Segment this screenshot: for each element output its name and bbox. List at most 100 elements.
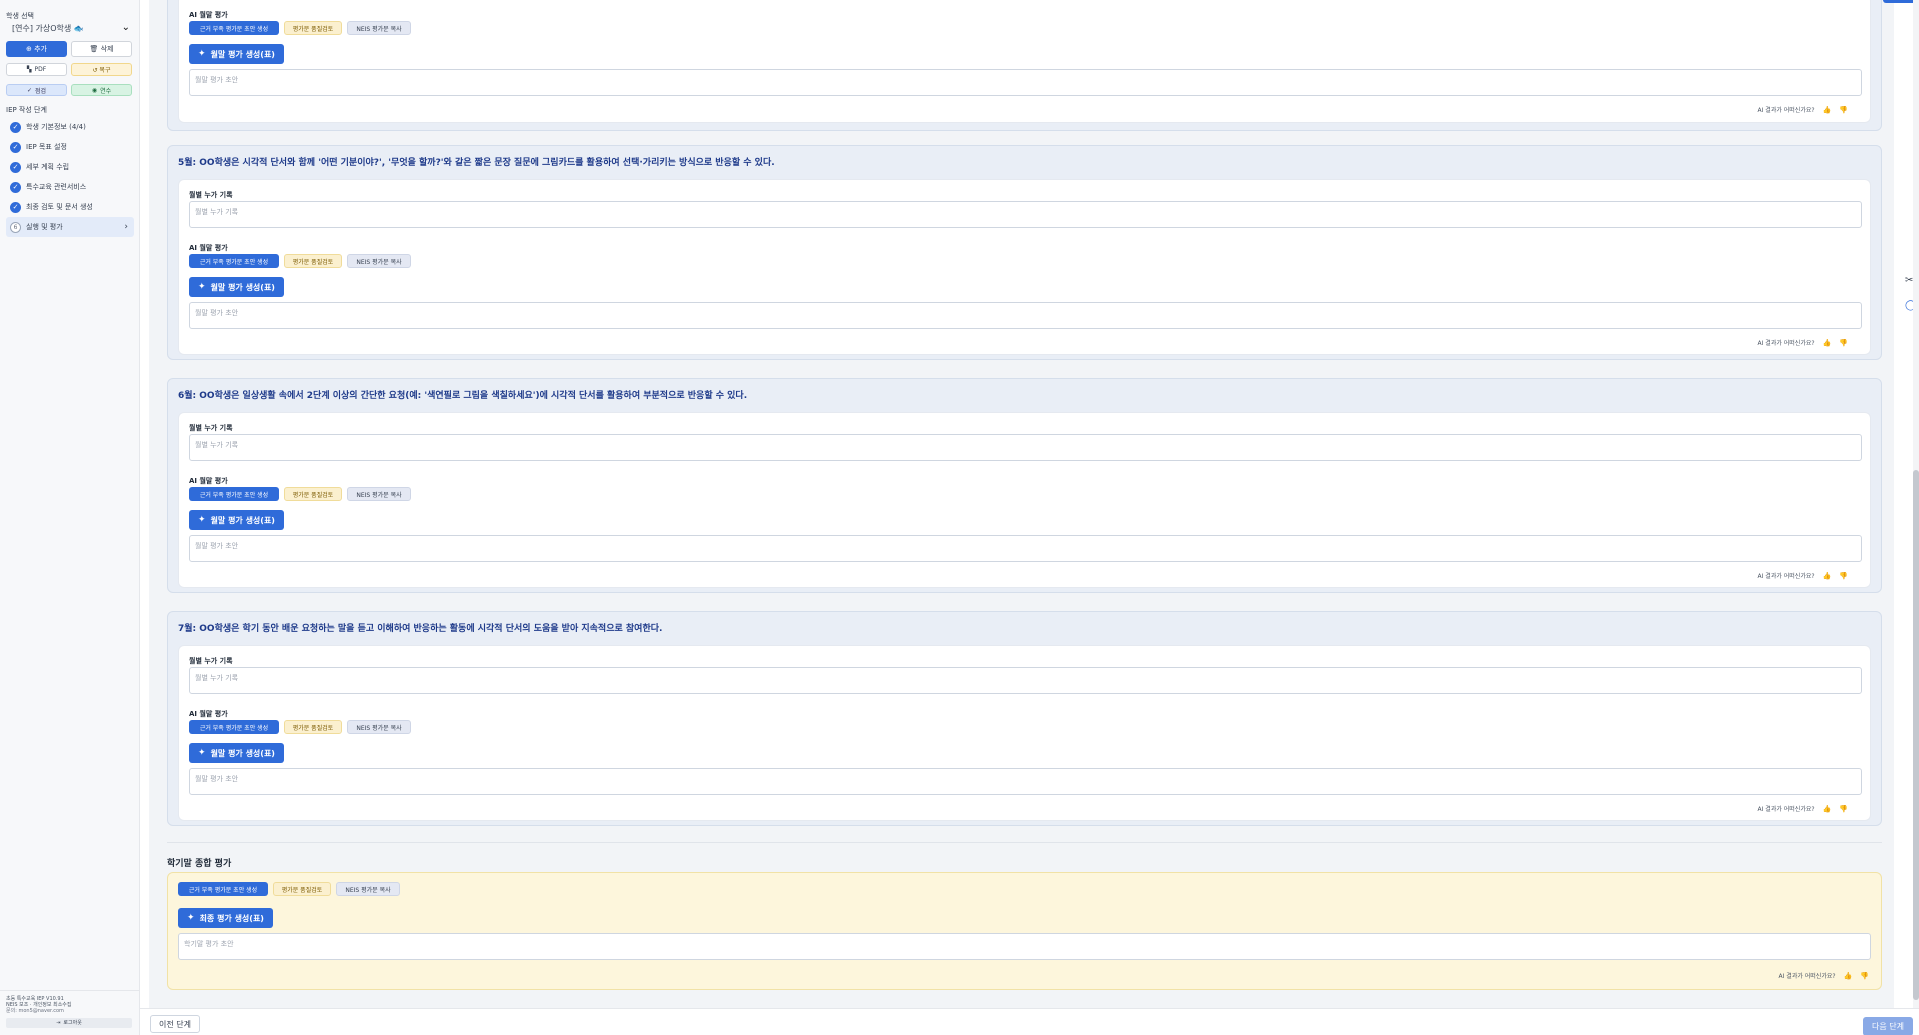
month-goal-title: 5월: OO학생은 시각적 단서와 함께 '어떤 기분이야?', '무엇을 할까…: [178, 158, 775, 168]
chevron-down-icon: ⌄: [121, 22, 130, 33]
neis-copy-tag[interactable]: NEIS 평가문 복사: [347, 21, 411, 35]
step-item-execution-evaluation[interactable]: 6 실행 및 평가 ›: [6, 217, 134, 237]
thumbs-up-icon[interactable]: 👍: [1844, 972, 1853, 980]
thumbs-down-icon[interactable]: 👎: [1839, 805, 1848, 813]
neis-copy-tag[interactable]: NEIS 평가문 복사: [347, 254, 411, 268]
training-button[interactable]: ◉ 연수: [71, 84, 132, 96]
monthly-record-placeholder: 월별 누가 기록: [195, 441, 239, 449]
check-button[interactable]: ✓ 점검: [6, 84, 67, 96]
final-eval-card: 근거 부족 평가문 초안 생성 평가문 품질검토 NEIS 평가문 복사 ✦ 최…: [167, 872, 1882, 990]
feedback-question: AI 결과가 어떠신가요?: [1757, 806, 1815, 813]
logout-label: 로그아웃: [63, 1020, 82, 1026]
quality-review-tag[interactable]: 평가문 품질검토: [284, 487, 342, 501]
final-eval-textarea[interactable]: 학기말 평가 초안: [178, 933, 1871, 960]
student-select-value: [연수] 가상O학생 🐟: [12, 24, 84, 33]
logout-icon: ⇥: [56, 1020, 61, 1026]
generate-final-eval-button[interactable]: ✦ 최종 평가 생성(표): [178, 908, 273, 928]
logout-button[interactable]: ⇥ 로그아웃: [6, 1018, 132, 1028]
monthly-record-input[interactable]: 월별 누가 기록: [189, 434, 1862, 461]
feedback-question: AI 결과가 어떠신가요?: [1757, 340, 1815, 347]
thumbs-down-icon[interactable]: 👎: [1839, 339, 1848, 347]
quality-review-tag[interactable]: 평가문 품질검토: [273, 882, 331, 896]
eval-draft-textarea[interactable]: 월말 평가 초안: [189, 535, 1862, 562]
pdf-icon: ▚: [26, 66, 32, 73]
training-button-label: 연수: [100, 87, 112, 95]
thumbs-down-icon[interactable]: 👎: [1839, 106, 1848, 114]
contact-email: 문의: mon5@naver.com: [6, 1008, 64, 1014]
sparkle-icon: ✦: [198, 282, 206, 292]
generate-final-eval-label: 최종 평가 생성(표): [199, 913, 264, 923]
ai-feedback: AI 결과가 어떠신가요? 👍 👎: [1757, 804, 1848, 814]
generate-draft-tag[interactable]: 근거 부족 평가문 초안 생성: [189, 21, 279, 35]
sparkle-icon: ✦: [198, 515, 206, 525]
monthly-record-label: 월별 누가 기록: [189, 657, 233, 665]
section-divider: [167, 842, 1882, 843]
month-inner-june: 월별 누가 기록 월별 누가 기록 AI 월말 평가 근거 부족 평가문 초안 …: [178, 412, 1871, 588]
step-label: 실행 및 평가: [26, 223, 63, 231]
step-item-related-services[interactable]: ✓ 특수교육 관련서비스: [0, 177, 140, 197]
month-goal-title: 7월: OO학생은 학기 동안 배운 요청하는 말을 듣고 이해하여 반응하는 …: [178, 624, 663, 634]
neis-copy-tag[interactable]: NEIS 평가문 복사: [347, 720, 411, 734]
thumbs-up-icon[interactable]: 👍: [1823, 805, 1832, 813]
generate-eval-button[interactable]: ✦ 월말 평가 생성(표): [189, 743, 284, 763]
monthly-record-input[interactable]: 월별 누가 기록: [189, 201, 1862, 228]
month-card-july: 7월: OO학생은 학기 동안 배운 요청하는 말을 듣고 이해하여 반응하는 …: [167, 611, 1882, 826]
eval-draft-textarea[interactable]: 월말 평가 초안: [189, 768, 1862, 795]
feedback-question: AI 결과가 어떠신가요?: [1757, 107, 1815, 114]
generate-draft-tag[interactable]: 근거 부족 평가문 초안 생성: [189, 487, 279, 501]
prev-step-button[interactable]: 이전 단계: [150, 1015, 200, 1033]
check-icon: ✓: [26, 86, 32, 94]
month-inner-previous: AI 월말 평가 근거 부족 평가문 초안 생성 평가문 품질검토 NEIS 평…: [178, 0, 1871, 123]
month-inner-july: 월별 누가 기록 월별 누가 기록 AI 월말 평가 근거 부족 평가문 초안 …: [178, 645, 1871, 821]
quality-review-tag[interactable]: 평가문 품질검토: [284, 254, 342, 268]
ai-feedback: AI 결과가 어떠신가요? 👍 👎: [1757, 105, 1848, 115]
month-card-previous: AI 월말 평가 근거 부족 평가문 초안 생성 평가문 품질검토 NEIS 평…: [167, 0, 1882, 131]
generate-eval-button[interactable]: ✦ 월말 평가 생성(표): [189, 44, 284, 64]
next-step-button[interactable]: 다음 단계: [1863, 1017, 1913, 1035]
ai-feedback: AI 결과가 어떠신가요? 👍 👎: [1757, 338, 1848, 348]
ai-feedback: AI 결과가 어떠신가요? 👍 👎: [1778, 971, 1869, 981]
quality-review-tag[interactable]: 평가문 품질검토: [284, 21, 342, 35]
monthly-record-label: 월별 누가 기록: [189, 191, 233, 199]
sparkle-icon: ✦: [198, 49, 206, 59]
step-item-detail-plan[interactable]: ✓ 세부 계획 수립: [0, 157, 140, 177]
quality-review-tag[interactable]: 평가문 품질검토: [284, 720, 342, 734]
student-select-label: 학생 선택: [6, 12, 34, 20]
monthly-record-input[interactable]: 월별 누가 기록: [189, 667, 1862, 694]
step-label: 특수교육 관련서비스: [26, 183, 87, 191]
generate-eval-button[interactable]: ✦ 월말 평가 생성(표): [189, 510, 284, 530]
neis-copy-tag[interactable]: NEIS 평가문 복사: [336, 882, 400, 896]
thumbs-up-icon[interactable]: 👍: [1823, 106, 1832, 114]
pdf-button-label: PDF: [34, 66, 47, 73]
eval-draft-textarea[interactable]: 월말 평가 초안: [189, 302, 1862, 329]
step-item-goal-setting[interactable]: ✓ IEP 목표 설정: [0, 137, 140, 157]
restore-button[interactable]: ↺ 복구: [71, 63, 132, 76]
generate-eval-button[interactable]: ✦ 월말 평가 생성(표): [189, 277, 284, 297]
eval-draft-textarea[interactable]: 월말 평가 초안: [189, 69, 1862, 96]
monthly-record-label: 월별 누가 기록: [189, 424, 233, 432]
monthly-record-placeholder: 월별 누가 기록: [195, 208, 239, 216]
step-item-final-review[interactable]: ✓ 최종 검토 및 문서 생성: [0, 197, 140, 217]
step-item-basic-info[interactable]: ✓ 학생 기본정보 (4/4): [0, 117, 140, 137]
add-student-button[interactable]: ⊕ 추가: [6, 41, 67, 57]
thumbs-down-icon[interactable]: 👎: [1839, 572, 1848, 580]
generate-draft-tag[interactable]: 근거 부족 평가문 초안 생성: [189, 254, 279, 268]
delete-student-button[interactable]: 🗑 삭제: [71, 41, 132, 57]
scrollbar-thumb[interactable]: [1913, 470, 1919, 1000]
check-circle-icon: ✓: [10, 201, 21, 213]
thumbs-up-icon[interactable]: 👍: [1823, 572, 1832, 580]
thumbs-up-icon[interactable]: 👍: [1823, 339, 1832, 347]
generate-eval-label: 월말 평가 생성(표): [210, 282, 275, 292]
sparkle-icon: ✦: [198, 748, 206, 758]
generate-draft-tag[interactable]: 근거 부족 평가문 초안 생성: [178, 882, 268, 896]
student-select[interactable]: [연수] 가상O학생 🐟 ⌄: [6, 21, 132, 36]
feedback-question: AI 결과가 어떠신가요?: [1757, 573, 1815, 580]
pdf-button[interactable]: ▚ PDF: [6, 63, 67, 76]
month-card-june: 6월: OO학생은 일상생활 속에서 2단계 이상의 간단한 요청(예: '색연…: [167, 378, 1882, 593]
generate-draft-tag[interactable]: 근거 부족 평가문 초안 생성: [189, 720, 279, 734]
step-label: 최종 검토 및 문서 생성: [26, 203, 93, 211]
feedback-question: AI 결과가 어떠신가요?: [1778, 973, 1836, 980]
thumbs-down-icon[interactable]: 👎: [1860, 972, 1869, 980]
neis-copy-tag[interactable]: NEIS 평가문 복사: [347, 487, 411, 501]
sidebar-footer: 초등 특수교육 IEP V10.91 NEIS 보조 · 개인정보 최소수집 문…: [0, 990, 140, 1028]
